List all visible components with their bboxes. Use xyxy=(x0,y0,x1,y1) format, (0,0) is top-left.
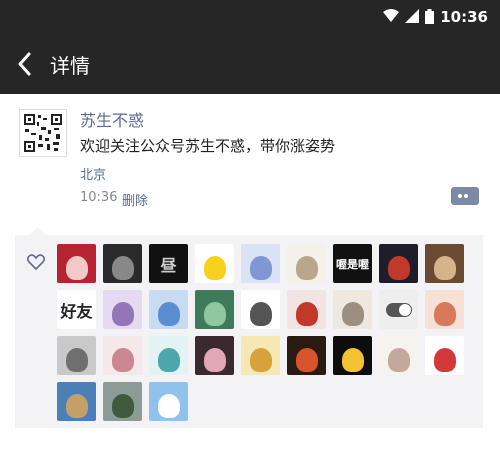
avatar-figure xyxy=(249,301,272,326)
avatar-figure xyxy=(249,255,272,280)
title-bar: 详情 xyxy=(0,33,500,94)
wifi-icon xyxy=(383,9,399,22)
dot-icon xyxy=(464,194,468,198)
like-avatar-text-black[interactable]: 喔是喔 xyxy=(333,244,372,283)
avatar-figure xyxy=(203,347,226,372)
avatar-figure xyxy=(203,301,226,326)
like-avatar-white-face[interactable] xyxy=(425,336,464,375)
like-avatar-black-egg[interactable] xyxy=(333,336,372,375)
like-avatar-black-text[interactable]: 昼 xyxy=(149,244,188,283)
avatar-figure xyxy=(65,347,88,372)
avatar-figure xyxy=(433,301,456,326)
avatar-figure xyxy=(111,393,134,418)
chevron-left-icon xyxy=(18,52,31,76)
author-avatar[interactable] xyxy=(19,109,67,157)
like-avatar-stone-tree[interactable] xyxy=(103,382,142,421)
like-avatar-pikachu[interactable] xyxy=(195,244,234,283)
like-avatar-flowers[interactable] xyxy=(379,336,418,375)
avatar-figure xyxy=(203,255,226,280)
status-time: 10:36 xyxy=(440,8,488,26)
status-bar: 10:36 xyxy=(0,0,500,33)
like-avatar-label: 昼 xyxy=(160,255,177,275)
like-avatar-anime-orange[interactable] xyxy=(425,290,464,329)
like-avatar-text-white[interactable]: 好友 xyxy=(57,290,96,329)
likes-panel: 昼 喔是喔好友 xyxy=(15,227,483,428)
like-avatar-grid: 昼 喔是喔好友 xyxy=(57,244,477,421)
like-avatar-car-dark[interactable] xyxy=(379,244,418,283)
delete-link[interactable]: 删除 xyxy=(122,190,148,209)
like-avatar-brown-sketch[interactable] xyxy=(425,244,464,283)
avatar-figure xyxy=(295,301,318,326)
avatar-figure xyxy=(295,347,318,372)
like-avatar-anime-red2[interactable] xyxy=(287,290,326,329)
like-avatar-anime-teal[interactable] xyxy=(149,336,188,375)
post-time: 10:36 xyxy=(80,190,118,205)
like-avatar-anime-red[interactable] xyxy=(57,244,96,283)
like-avatar-anime-purple[interactable] xyxy=(103,290,142,329)
avatar-figure xyxy=(341,347,364,372)
avatar-figure xyxy=(111,347,134,372)
like-avatar-red-creature[interactable] xyxy=(287,336,326,375)
like-avatar-label: 好友 xyxy=(60,301,93,321)
avatar-figure xyxy=(433,347,456,372)
qr-code-icon xyxy=(23,113,63,153)
avatar-figure xyxy=(249,347,272,372)
avatar-figure xyxy=(387,347,410,372)
like-avatar-anime-blue[interactable] xyxy=(241,244,280,283)
heart-icon xyxy=(27,254,45,270)
like-avatar-toggle-switch[interactable] xyxy=(379,290,418,329)
avatar-figure xyxy=(65,393,88,418)
page-title: 详情 xyxy=(50,54,90,78)
avatar-figure xyxy=(387,255,410,280)
avatar-figure xyxy=(295,255,318,280)
like-avatar-anime-yellow[interactable] xyxy=(241,336,280,375)
avatar-figure xyxy=(157,347,180,372)
like-avatar-dark-photo[interactable] xyxy=(103,244,142,283)
author-name[interactable]: 苏生不惑 xyxy=(80,107,144,131)
avatar-figure xyxy=(433,255,456,280)
avatar-figure xyxy=(111,301,134,326)
dot-icon xyxy=(458,194,462,198)
like-avatar-anime-white[interactable] xyxy=(287,244,326,283)
like-avatar-sketch-face[interactable] xyxy=(241,290,280,329)
like-avatar-anime-dark[interactable] xyxy=(195,336,234,375)
toggle-icon xyxy=(385,302,412,317)
like-avatar-blue-sky[interactable] xyxy=(149,382,188,421)
post-text: 欢迎关注公众号苏生不惑，带你涨姿势 xyxy=(80,137,336,155)
like-avatar-anime-bluehair[interactable] xyxy=(149,290,188,329)
like-avatar-gray-sketch[interactable] xyxy=(57,336,96,375)
like-avatar-label: 喔是喔 xyxy=(336,257,369,271)
like-avatar-landscape-green[interactable] xyxy=(195,290,234,329)
signal-icon xyxy=(405,9,419,23)
likes-pointer xyxy=(30,227,46,235)
like-avatar-blue-sea[interactable] xyxy=(57,382,96,421)
battery-icon xyxy=(425,8,434,24)
post-detail: 苏生不惑 欢迎关注公众号苏生不惑，带你涨姿势 北京 10:36 删除 昼 喔是喔好… xyxy=(0,94,500,468)
comment-button[interactable] xyxy=(451,187,479,205)
avatar-figure xyxy=(341,301,364,326)
avatar-figure xyxy=(111,255,134,280)
like-avatar-pink-sketch[interactable] xyxy=(103,336,142,375)
avatar-figure xyxy=(157,301,180,326)
status-icons xyxy=(383,8,434,24)
avatar-figure xyxy=(65,255,88,280)
post-location[interactable]: 北京 xyxy=(80,164,106,183)
like-avatar-white-cat[interactable] xyxy=(333,290,372,329)
back-button[interactable] xyxy=(12,49,40,79)
avatar-figure xyxy=(157,393,180,418)
